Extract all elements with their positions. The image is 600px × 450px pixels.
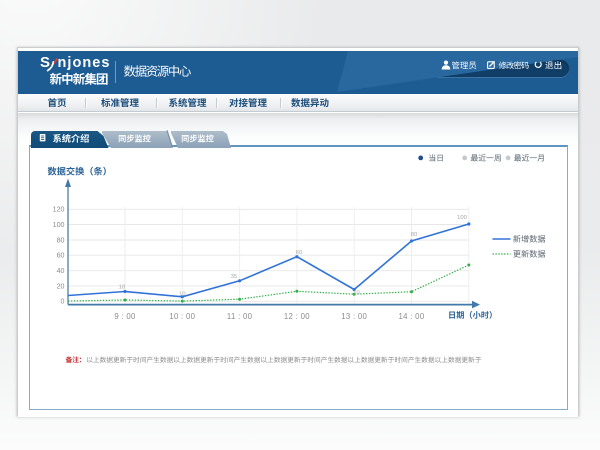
svg-text:60: 60 (296, 250, 302, 256)
svg-text:100: 100 (53, 221, 65, 229)
svg-text:100: 100 (457, 215, 467, 221)
svg-text:12 : 00: 12 : 00 (284, 312, 310, 321)
svg-text:120: 120 (53, 206, 65, 214)
svg-text:20: 20 (57, 282, 65, 290)
svg-text:60: 60 (57, 252, 65, 260)
svg-text:9 : 00: 9 : 00 (114, 312, 136, 321)
svg-text:80: 80 (57, 236, 65, 244)
svg-text:80: 80 (411, 232, 417, 238)
svg-text:0: 0 (61, 297, 65, 305)
svg-text:14 : 00: 14 : 00 (399, 312, 425, 321)
svg-text:40: 40 (57, 267, 65, 275)
svg-text:10: 10 (179, 292, 185, 298)
svg-text:10: 10 (353, 291, 359, 297)
svg-text:11 : 00: 11 : 00 (227, 312, 253, 321)
svg-text:13 : 00: 13 : 00 (341, 312, 367, 321)
svg-text:10 : 00: 10 : 00 (169, 312, 195, 321)
svg-text:18: 18 (119, 284, 125, 290)
svg-text:35: 35 (231, 274, 237, 280)
